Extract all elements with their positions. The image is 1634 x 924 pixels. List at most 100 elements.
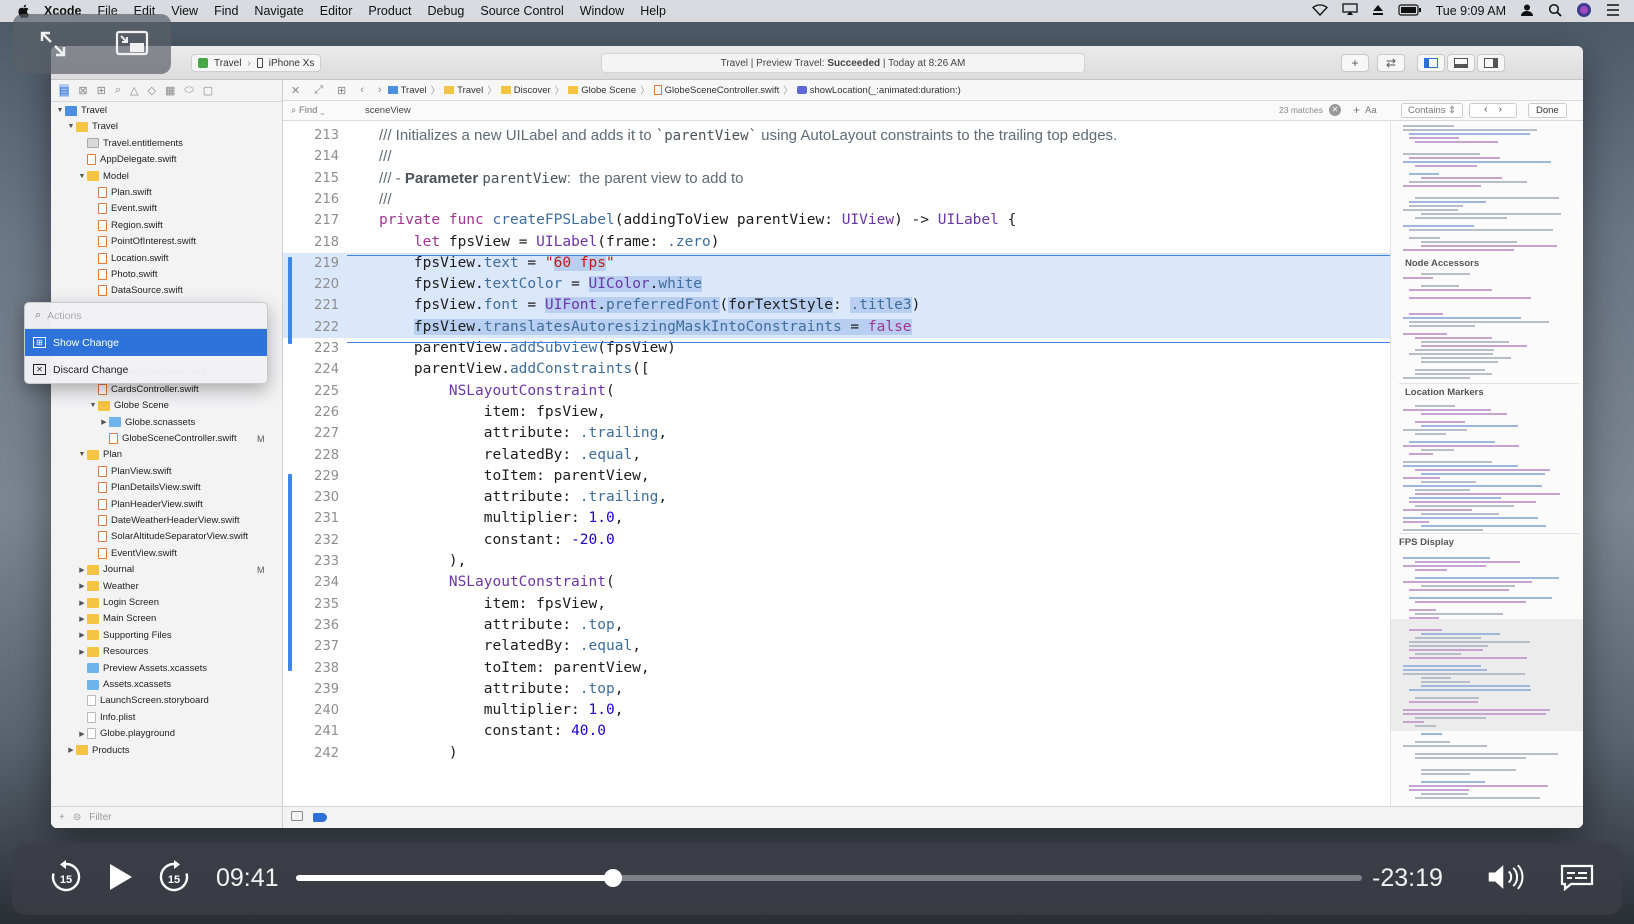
disclosure-open-icon[interactable]: ▼ bbox=[77, 173, 87, 180]
tree-file-row[interactable]: Info.plist bbox=[77, 709, 135, 726]
tree-file-row[interactable]: Plan.swift bbox=[88, 184, 152, 201]
minimap[interactable]: Node Accessors Location Markers FPS Disp… bbox=[1390, 121, 1583, 806]
code-line[interactable]: 231 multiplier: 1.0, bbox=[283, 508, 1390, 530]
breadcrumb-item[interactable]: Discover bbox=[514, 85, 551, 96]
tree-file-row[interactable]: ▼ Travel bbox=[55, 102, 108, 119]
breadcrumb-item[interactable]: Travel bbox=[401, 85, 427, 96]
tree-file-row[interactable]: Region.swift bbox=[88, 217, 163, 234]
disclosure-open-icon[interactable]: ▼ bbox=[77, 451, 87, 458]
symbol-navigator-tab-icon[interactable]: ⊞ bbox=[97, 84, 106, 97]
code-line[interactable]: 225 NSLayoutConstraint( bbox=[283, 381, 1390, 403]
menu-debug[interactable]: Debug bbox=[428, 4, 465, 18]
eject-icon[interactable] bbox=[1372, 4, 1384, 19]
find-input[interactable]: sceneView bbox=[365, 105, 411, 116]
show-change-menu-item[interactable]: ⊞ Show Change bbox=[25, 329, 267, 356]
actions-search-field[interactable]: ⌕ Actions bbox=[25, 303, 267, 329]
tree-group-row[interactable]: ▼ Globe Scene bbox=[88, 397, 169, 414]
toggle-inspector-button[interactable] bbox=[1477, 54, 1505, 72]
playback-scrubber[interactable] bbox=[296, 869, 1362, 887]
tree-file-row[interactable]: PlanDetailsView.swift bbox=[88, 479, 201, 496]
menu-find[interactable]: Find bbox=[214, 4, 238, 18]
code-line[interactable]: 217 private func createFPSLabel(addingToV… bbox=[283, 210, 1390, 232]
battery-icon[interactable] bbox=[1397, 3, 1422, 19]
tree-file-row[interactable]: GlobeSceneController.swift M bbox=[99, 430, 265, 447]
siri-icon[interactable] bbox=[1576, 2, 1592, 21]
code-line[interactable]: 216 /// bbox=[283, 189, 1390, 211]
code-review-button[interactable]: ⇄ bbox=[1377, 54, 1405, 72]
tree-file-row[interactable]: PointOfInterest.swift bbox=[88, 233, 196, 250]
tree-group-row[interactable]: ▶ Globe.scnassets bbox=[99, 414, 195, 431]
code-line[interactable]: 224 parentView.addConstraints([ bbox=[283, 359, 1390, 381]
spotlight-icon[interactable] bbox=[1548, 3, 1562, 20]
play-button[interactable] bbox=[100, 855, 140, 899]
menu-navigate[interactable]: Navigate bbox=[254, 4, 303, 18]
tree-file-row[interactable]: Travel.entitlements bbox=[77, 135, 183, 152]
tree-file-row[interactable]: EventView.swift bbox=[88, 545, 177, 562]
tree-file-row[interactable]: PlanView.swift bbox=[88, 463, 172, 480]
disclosure-closed-icon[interactable]: ▶ bbox=[66, 746, 76, 754]
forward-arrow-icon[interactable]: › bbox=[378, 84, 382, 96]
find-navigator-tab-icon[interactable]: ⌕ bbox=[115, 84, 121, 97]
breakpoint-navigator-tab-icon[interactable]: ⬭ bbox=[184, 84, 193, 97]
debug-navigator-tab-icon[interactable]: ▦ bbox=[165, 84, 175, 97]
source-change-bar[interactable] bbox=[288, 257, 292, 344]
scheme-selector[interactable]: Travel › iPhone Xs bbox=[191, 54, 322, 72]
menu-source-control[interactable]: Source Control bbox=[480, 4, 563, 18]
wifi-icon[interactable] bbox=[1311, 3, 1328, 19]
tree-file-row[interactable]: Photo.swift bbox=[88, 266, 157, 283]
code-line[interactable]: 219 fpsView.text = "60 fps" bbox=[283, 252, 1390, 275]
menubar-clock[interactable]: Tue 9:09 AM bbox=[1436, 4, 1506, 18]
breadcrumb-item[interactable]: showLocation(_:animated:duration:) bbox=[810, 85, 961, 96]
tree-group-row[interactable]: ▶ Resources bbox=[77, 643, 148, 660]
subtitles-button[interactable] bbox=[1557, 855, 1597, 899]
test-navigator-tab-icon[interactable]: ◇ bbox=[147, 84, 155, 97]
code-line[interactable]: 236 attribute: .top, bbox=[283, 615, 1390, 637]
find-done-button[interactable]: Done bbox=[1528, 103, 1567, 118]
project-navigator-tab-icon[interactable]: ▤ bbox=[59, 84, 70, 97]
code-line[interactable]: 220 fpsView.textColor = UIColor.white bbox=[283, 274, 1390, 296]
fullscreen-expand-icon[interactable] bbox=[33, 26, 73, 62]
disclosure-closed-icon[interactable]: ▶ bbox=[77, 615, 87, 623]
playback-scrubber-knob[interactable] bbox=[603, 869, 622, 887]
disclosure-closed-icon[interactable]: ▶ bbox=[77, 648, 87, 656]
find-mode-label[interactable]: ⌕ Find ⌄ bbox=[291, 105, 325, 116]
disclosure-closed-icon[interactable]: ▶ bbox=[77, 599, 87, 607]
tree-file-row[interactable]: LaunchScreen.storyboard bbox=[77, 692, 209, 709]
code-line[interactable]: 228 relatedBy: .equal, bbox=[283, 445, 1390, 467]
user-icon[interactable] bbox=[1520, 3, 1534, 20]
disclosure-closed-icon[interactable]: ▶ bbox=[77, 730, 87, 738]
related-items-icon[interactable]: ⤢ bbox=[314, 84, 323, 97]
tree-group-row[interactable]: ▶ Weather bbox=[77, 578, 138, 595]
menu-window[interactable]: Window bbox=[580, 4, 624, 18]
code-line[interactable]: 239 attribute: .top, bbox=[283, 679, 1390, 701]
code-line[interactable]: 230 attribute: .trailing, bbox=[283, 487, 1390, 509]
disclosure-closed-icon[interactable]: ▶ bbox=[77, 566, 87, 574]
toggle-navigator-button[interactable] bbox=[1417, 54, 1445, 72]
disclosure-open-icon[interactable]: ▼ bbox=[66, 123, 76, 130]
clear-search-icon[interactable]: ✕ bbox=[1329, 104, 1341, 116]
code-line[interactable]: 242 ) bbox=[283, 743, 1390, 765]
add-find-plus-icon[interactable]: + bbox=[1353, 103, 1360, 117]
code-line[interactable]: 238 toItem: parentView, bbox=[283, 658, 1390, 680]
tree-group-row[interactable]: ▶ Login Screen bbox=[77, 594, 159, 611]
discard-change-menu-item[interactable]: ✕ Discard Change bbox=[25, 356, 267, 383]
code-line[interactable]: 229 toItem: parentView, bbox=[283, 466, 1390, 488]
code-line[interactable]: 226 item: fpsView, bbox=[283, 402, 1390, 424]
code-line[interactable]: 222 fpsView.translatesAutoresizingMaskIn… bbox=[283, 316, 1390, 339]
tree-file-row[interactable]: DateWeatherHeaderView.swift bbox=[88, 512, 240, 529]
notification-center-icon[interactable] bbox=[1606, 3, 1620, 19]
code-line[interactable]: 215 /// - Parameter parentView: the paren… bbox=[283, 168, 1390, 190]
show-debug-area-icon[interactable] bbox=[291, 811, 303, 821]
disclosure-open-icon[interactable]: ▼ bbox=[55, 107, 65, 114]
picture-in-picture-icon[interactable] bbox=[112, 26, 152, 62]
code-line[interactable]: 221 fpsView.font = UIFont.preferredFont(… bbox=[283, 295, 1390, 318]
grid-icon[interactable]: ⊞ bbox=[337, 84, 346, 97]
tree-group-row[interactable]: ▶ Journal M bbox=[77, 561, 264, 578]
code-line[interactable]: 234 NSLayoutConstraint( bbox=[283, 572, 1390, 594]
tree-group-row[interactable]: ▼ Model bbox=[77, 168, 129, 185]
tree-file-row[interactable]: Event.swift bbox=[88, 200, 157, 217]
tree-file-row[interactable]: SolarAltitudeSeparatorView.swift bbox=[88, 528, 248, 545]
previous-match-icon[interactable]: ‹ bbox=[1484, 104, 1487, 115]
menu-help[interactable]: Help bbox=[640, 4, 666, 18]
navigator-filter-input[interactable]: Filter bbox=[89, 812, 111, 823]
